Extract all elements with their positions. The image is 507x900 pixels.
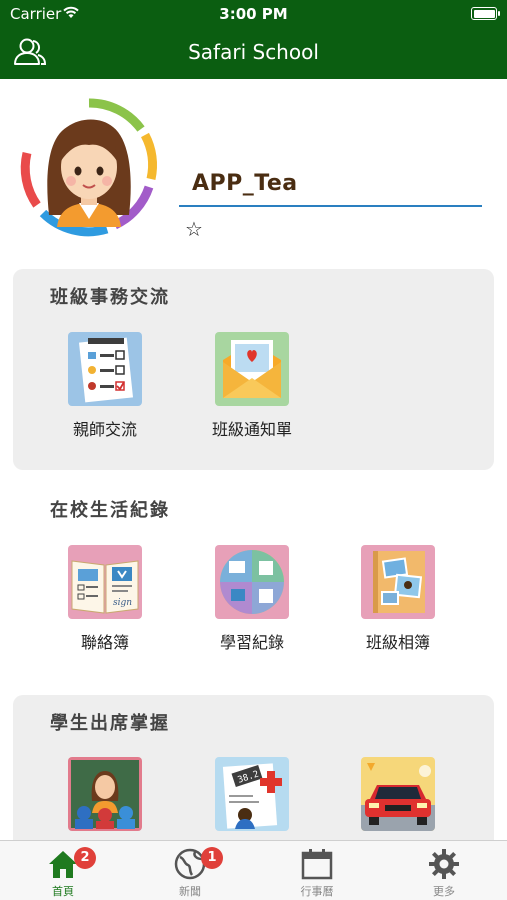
section-class-affairs: 班級事務交流 親師交流 班級通知單: [13, 269, 494, 470]
star-outline-icon[interactable]: ☆: [185, 217, 203, 241]
username: APP_Tea: [192, 171, 298, 196]
tile-label: 班級相簿: [365, 633, 430, 652]
tile-label: 聯絡簿: [80, 633, 129, 652]
clock: 3:00 PM: [219, 5, 288, 23]
tile-class-album[interactable]: 班級相簿: [328, 545, 468, 653]
tile-learning-record[interactable]: 學習紀錄: [182, 545, 322, 653]
classroom-teacher-icon: [68, 757, 142, 831]
tab-label: 新聞: [179, 885, 201, 898]
tile-class-notice[interactable]: 班級通知單: [182, 332, 322, 440]
tile-label: 學習紀錄: [219, 633, 284, 652]
section-school-life: 在校生活紀錄 sign 聯絡簿 學習紀錄 班級相簿: [13, 482, 494, 682]
tile-contact-book[interactable]: sign 聯絡簿: [35, 545, 175, 653]
photo-album-icon: [361, 545, 435, 619]
nav-bar: Safari School: [0, 28, 507, 79]
tab-badge: 1: [201, 847, 223, 869]
bottom-tab-bar: 2 首頁 1 新聞 行事曆 更多: [0, 840, 507, 900]
battery-icon: [471, 7, 500, 20]
tab-more[interactable]: 更多: [381, 841, 507, 900]
tile-parent-teacher-communication[interactable]: 親師交流: [35, 332, 175, 440]
tile-pickup[interactable]: [328, 757, 468, 831]
username-underline: [179, 205, 482, 207]
tab-calendar[interactable]: 行事曆: [254, 841, 380, 900]
teacher-avatar[interactable]: [19, 97, 159, 237]
tile-label: 班級通知單: [211, 420, 292, 439]
envelope-heart-icon: [215, 332, 289, 406]
section-title: 班級事務交流: [50, 287, 170, 308]
tile-classroom[interactable]: [35, 757, 175, 831]
svg-text:sign: sign: [113, 598, 132, 608]
temperature-record-icon: 38.2: [215, 757, 289, 831]
tab-label: 行事曆: [300, 885, 334, 898]
tile-temperature[interactable]: 38.2: [182, 757, 322, 831]
section-title: 學生出席掌握: [50, 713, 170, 734]
app-title: Safari School: [188, 40, 319, 64]
profile-header: APP_Tea ☆: [0, 79, 507, 254]
gear-icon: [429, 849, 459, 879]
tile-label: 親師交流: [72, 420, 137, 439]
tab-news[interactable]: 1 新聞: [127, 841, 253, 900]
pickup-car-icon: [361, 757, 435, 831]
status-bar: Carrier 3:00 PM: [0, 0, 507, 28]
tab-home[interactable]: 2 首頁: [0, 841, 126, 900]
section-title: 在校生活紀錄: [50, 500, 170, 521]
tab-label: 首頁: [52, 885, 74, 898]
checklist-icon: [68, 332, 142, 406]
notebook-icon: sign: [68, 545, 142, 619]
tab-badge: 2: [74, 847, 96, 869]
tab-label: 更多: [433, 885, 455, 898]
learning-record-icon: [215, 545, 289, 619]
calendar-icon: [301, 849, 333, 880]
